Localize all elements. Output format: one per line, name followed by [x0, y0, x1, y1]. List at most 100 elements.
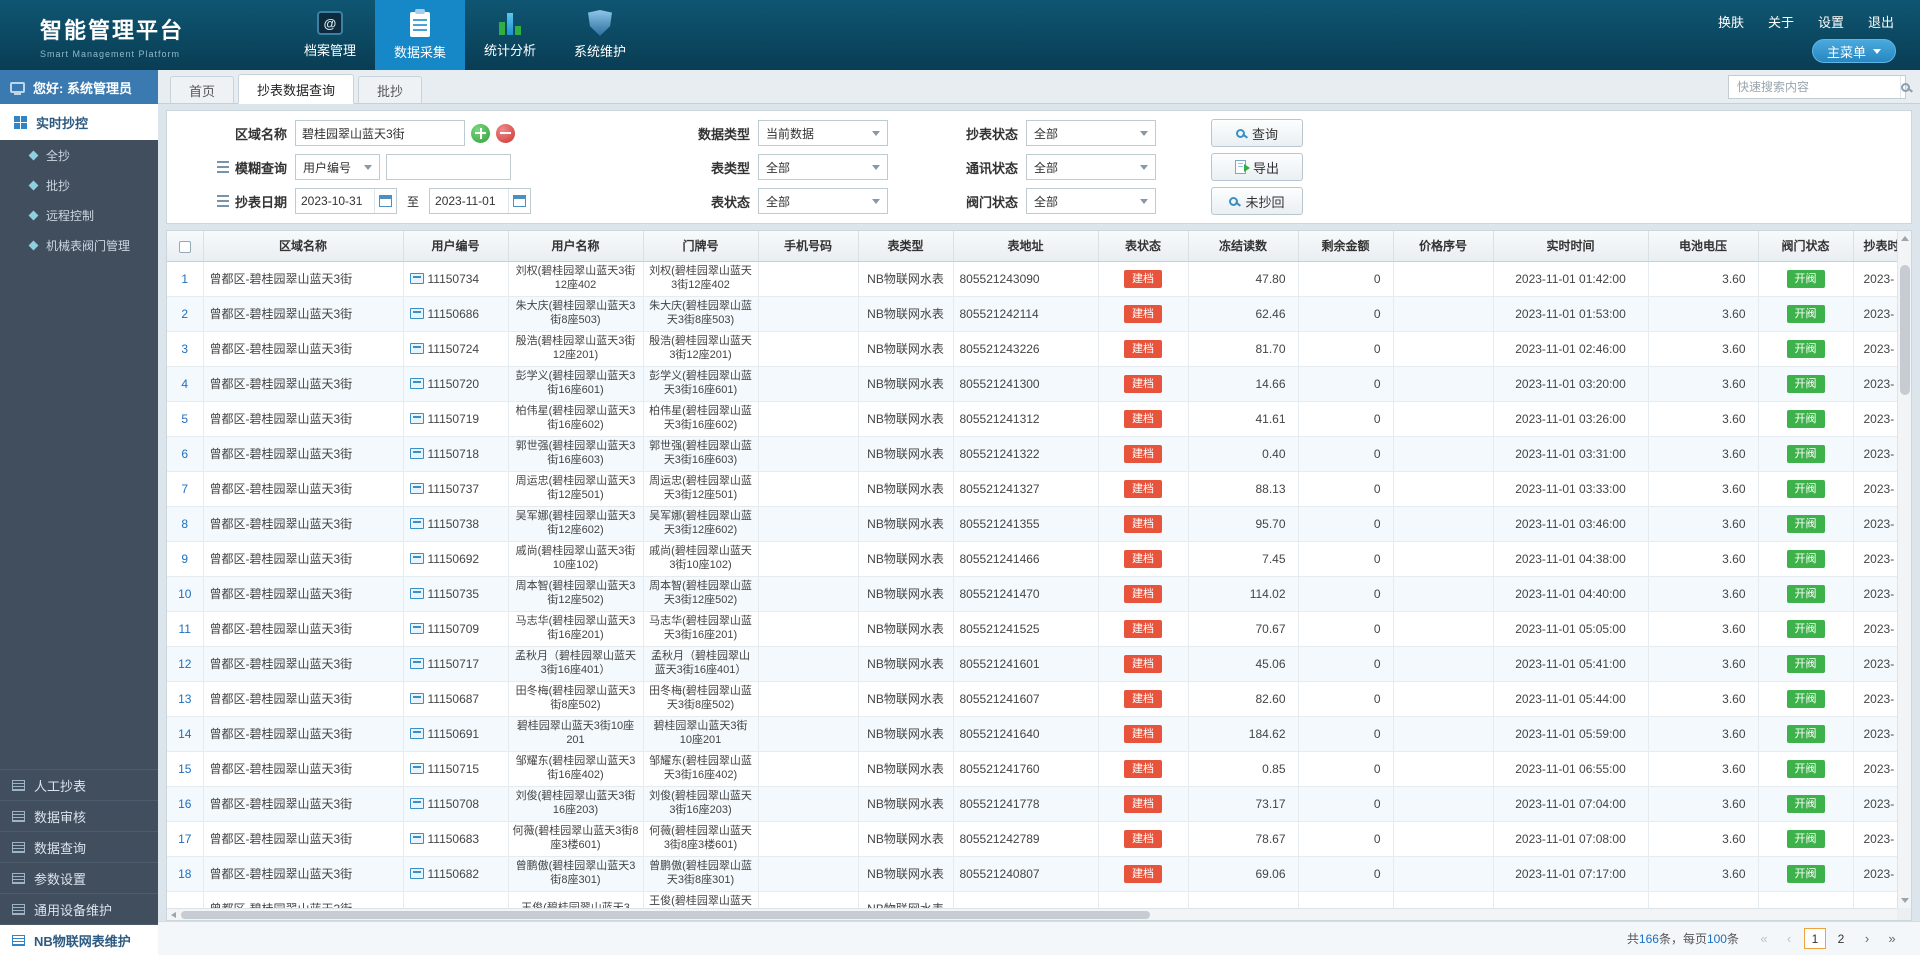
- date-to-input[interactable]: [430, 189, 508, 213]
- col-header-0[interactable]: 区域名称: [203, 231, 403, 261]
- col-header-1[interactable]: 用户编号: [403, 231, 508, 261]
- fuzzy-field-select[interactable]: 用户编号: [295, 154, 380, 180]
- vertical-scrollbar-thumb[interactable]: [1900, 265, 1910, 395]
- nav-item-sys-maint[interactable]: 系统维护: [555, 0, 645, 70]
- col-header-11[interactable]: 实时时间: [1493, 231, 1648, 261]
- header-link-settings[interactable]: 设置: [1818, 12, 1844, 31]
- last-page-button[interactable]: »: [1882, 928, 1902, 949]
- user-number-text: 11150683: [428, 832, 480, 846]
- table-row[interactable]: 18曾都区-碧桂园翠山蓝天3街11150682曾鹏傲(碧桂园翠山蓝天3街8座30…: [167, 856, 1897, 891]
- table-row[interactable]: 6曾都区-碧桂园翠山蓝天3街11150718郭世强(碧桂园翠山蓝天3街16座60…: [167, 436, 1897, 471]
- table-row[interactable]: 15曾都区-碧桂园翠山蓝天3街11150715邹耀东(碧桂园翠山蓝天3街16座4…: [167, 751, 1897, 786]
- export-button[interactable]: 导出: [1211, 153, 1303, 181]
- col-header-5[interactable]: 表类型: [858, 231, 953, 261]
- table-row[interactable]: 16曾都区-碧桂园翠山蓝天3街11150708刘俊(碧桂园翠山蓝天3街16座20…: [167, 786, 1897, 821]
- col-header-7[interactable]: 表状态: [1098, 231, 1188, 261]
- col-header-13[interactable]: 阀门状态: [1758, 231, 1853, 261]
- prev-page-button[interactable]: ‹: [1779, 928, 1799, 949]
- page-button-2[interactable]: 2: [1830, 928, 1852, 949]
- select-all-header[interactable]: [167, 231, 203, 261]
- cell-user-name: 孟秋月（碧桂园翠山蓝天3街16座401）: [508, 646, 643, 681]
- cell-user-name: 殷浩(碧桂园翠山蓝天3街12座201): [508, 331, 643, 366]
- nav-item-stat-analysis[interactable]: 统计分析: [465, 0, 555, 70]
- sidebar-item-data-audit[interactable]: 数据审核: [0, 800, 158, 831]
- sidebar-item-data-query[interactable]: 数据查询: [0, 831, 158, 862]
- table-row[interactable]: 2曾都区-碧桂园翠山蓝天3街11150686朱大庆(碧桂园翠山蓝天3街8座503…: [167, 296, 1897, 331]
- area-name-input[interactable]: [295, 120, 465, 146]
- vertical-scrollbar[interactable]: [1897, 231, 1911, 908]
- sidebar-item-full-read[interactable]: 全抄: [0, 140, 158, 170]
- table-row[interactable]: 12曾都区-碧桂园翠山蓝天3街11150717孟秋月（碧桂园翠山蓝天3街16座4…: [167, 646, 1897, 681]
- fuzzy-query-input[interactable]: [386, 154, 511, 180]
- cell-door-number: 何薇(碧桂园翠山蓝天3街8座3楼601): [643, 821, 758, 856]
- col-header-8[interactable]: 冻结读数: [1188, 231, 1298, 261]
- cell-price-number: [1393, 296, 1493, 331]
- main-menu-button[interactable]: 主菜单: [1812, 39, 1896, 63]
- select-all-checkbox-icon[interactable]: [179, 241, 191, 253]
- sidebar-item-mech-valve-mgmt[interactable]: 机械表阀门管理: [0, 230, 158, 260]
- table-row[interactable]: 14曾都区-碧桂园翠山蓝天3街11150691碧桂园翠山蓝天3街10座201碧桂…: [167, 716, 1897, 751]
- cell-row-number: 8: [167, 506, 203, 541]
- sidebar-item-param-settings[interactable]: 参数设置: [0, 862, 158, 893]
- horizontal-scrollbar[interactable]: [167, 908, 1897, 920]
- valve-status-select[interactable]: 全部: [1026, 188, 1156, 214]
- sidebar-item-remote-control[interactable]: 远程控制: [0, 200, 158, 230]
- header-link-about[interactable]: 关于: [1768, 12, 1794, 31]
- data-type-select[interactable]: 当前数据: [758, 120, 888, 146]
- col-header-4[interactable]: 手机号码: [758, 231, 858, 261]
- date-from-input[interactable]: [296, 189, 374, 213]
- col-header-3[interactable]: 门牌号: [643, 231, 758, 261]
- col-header-10[interactable]: 价格序号: [1393, 231, 1493, 261]
- date-to-calendar-button[interactable]: [508, 189, 530, 213]
- table-row[interactable]: 3曾都区-碧桂园翠山蓝天3街11150724殷浩(碧桂园翠山蓝天3街12座201…: [167, 331, 1897, 366]
- horizontal-scrollbar-thumb[interactable]: [181, 911, 1150, 919]
- unread-button[interactable]: 未抄回: [1211, 187, 1303, 215]
- col-header-14[interactable]: 抄表时间: [1853, 231, 1897, 261]
- sidebar-item-batch-read[interactable]: 批抄: [0, 170, 158, 200]
- table-row[interactable]: 曾都区-碧桂园翠山蓝天3街王俊(碧桂园翠山蓝天3王俊(碧桂园翠山蓝天3NB物联网…: [167, 891, 1897, 908]
- date-from-calendar-button[interactable]: [374, 189, 396, 213]
- table-row[interactable]: 17曾都区-碧桂园翠山蓝天3街11150683何薇(碧桂园翠山蓝天3街8座3楼6…: [167, 821, 1897, 856]
- sidebar-item-realtime-read[interactable]: 实时抄控: [0, 104, 158, 140]
- remove-area-button[interactable]: [496, 124, 515, 143]
- table-row[interactable]: 9曾都区-碧桂园翠山蓝天3街11150692戚尚(碧桂园翠山蓝天3街10座102…: [167, 541, 1897, 576]
- quick-search-input[interactable]: [1729, 80, 1900, 94]
- table-row[interactable]: 13曾都区-碧桂园翠山蓝天3街11150687田冬梅(碧桂园翠山蓝天3街8座50…: [167, 681, 1897, 716]
- table-row[interactable]: 10曾都区-碧桂园翠山蓝天3街11150735周本智(碧桂园翠山蓝天3街12座5…: [167, 576, 1897, 611]
- header-link-logout[interactable]: 退出: [1868, 12, 1894, 31]
- cell-phone: [758, 506, 858, 541]
- sidebar-item-nb-meter-maint[interactable]: NB物联网表维护: [0, 924, 158, 955]
- table-row[interactable]: 7曾都区-碧桂园翠山蓝天3街11150737周运忠(碧桂园翠山蓝天3街12座50…: [167, 471, 1897, 506]
- nav-item-data-collect[interactable]: 数据采集: [375, 0, 465, 70]
- header-link-skin[interactable]: 换肤: [1718, 12, 1744, 31]
- cell-meter-address: [953, 891, 1098, 908]
- add-area-button[interactable]: [471, 124, 490, 143]
- meter-type-select[interactable]: 全部: [758, 154, 888, 180]
- col-header-9[interactable]: 剩余金额: [1298, 231, 1393, 261]
- col-header-12[interactable]: 电池电压: [1648, 231, 1758, 261]
- sidebar-item-manual-read[interactable]: 人工抄表: [0, 769, 158, 800]
- read-status-select[interactable]: 全部: [1026, 120, 1156, 146]
- cell-price-number: [1393, 751, 1493, 786]
- table-row[interactable]: 8曾都区-碧桂园翠山蓝天3街11150738吴军娜(碧桂园翠山蓝天3街12座60…: [167, 506, 1897, 541]
- table-row[interactable]: 1曾都区-碧桂园翠山蓝天3街11150734刘权(碧桂园翠山蓝天3街12座402…: [167, 261, 1897, 296]
- query-button[interactable]: 查询: [1211, 119, 1303, 147]
- comm-status-select[interactable]: 全部: [1026, 154, 1156, 180]
- col-header-2[interactable]: 用户名称: [508, 231, 643, 261]
- first-page-button[interactable]: «: [1754, 928, 1774, 949]
- tab-home[interactable]: 首页: [170, 76, 234, 103]
- table-row[interactable]: 5曾都区-碧桂园翠山蓝天3街11150719柏伟星(碧桂园翠山蓝天3街16座60…: [167, 401, 1897, 436]
- meter-status-select[interactable]: 全部: [758, 188, 888, 214]
- next-page-button[interactable]: ›: [1857, 928, 1877, 949]
- sidebar-item-device-maint[interactable]: 通用设备维护: [0, 893, 158, 924]
- status-badge: 建档: [1124, 550, 1162, 568]
- col-header-6[interactable]: 表地址: [953, 231, 1098, 261]
- table-row[interactable]: 4曾都区-碧桂园翠山蓝天3街11150720彭学义(碧桂园翠山蓝天3街16座60…: [167, 366, 1897, 401]
- tab-read-data-query[interactable]: 抄表数据查询: [238, 74, 354, 104]
- nav-item-archive-mgmt[interactable]: 档案管理: [285, 0, 375, 70]
- page-button-1[interactable]: 1: [1804, 928, 1826, 949]
- table-row[interactable]: 11曾都区-碧桂园翠山蓝天3街11150709马志华(碧桂园翠山蓝天3街16座2…: [167, 611, 1897, 646]
- tab-batch-read[interactable]: 批抄: [358, 76, 422, 103]
- cell-valve-status: 开阀: [1758, 681, 1853, 716]
- search-button[interactable]: [1900, 76, 1910, 98]
